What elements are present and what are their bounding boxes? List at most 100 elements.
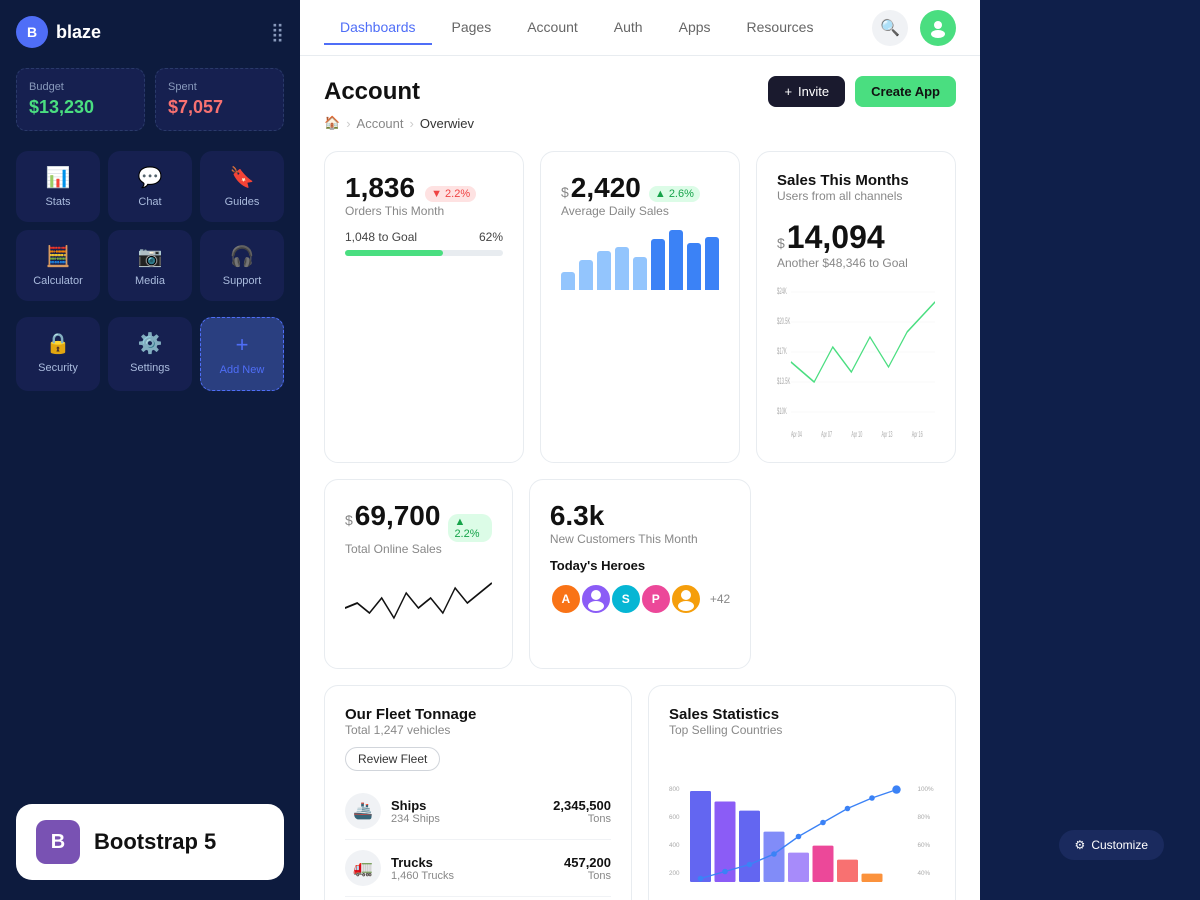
sidebar-item-add-new[interactable]: + Add New <box>200 317 284 391</box>
spent-value: $7,057 <box>168 97 271 118</box>
customize-button[interactable]: ⚙ Customize <box>1059 830 1164 860</box>
ships-unit: Tons <box>553 813 611 825</box>
spent-card: Spent $7,057 <box>155 68 284 131</box>
bottom-grid: Our Fleet Tonnage Total 1,247 vehicles R… <box>324 685 956 900</box>
bootstrap-badge: B Bootstrap 5 <box>16 804 284 880</box>
orders-goal-text: 1,048 to Goal <box>345 230 417 244</box>
bar-2 <box>579 260 593 290</box>
svg-text:600: 600 <box>669 814 680 821</box>
sales-month-sub: Users from all channels <box>777 189 935 203</box>
bootstrap-label: Bootstrap 5 <box>94 829 216 855</box>
sidebar-item-chat[interactable]: 💬 Chat <box>108 151 192 222</box>
new-customers-card: 6.3k New Customers This Month Today's He… <box>529 479 751 669</box>
svg-text:Apr 10: Apr 10 <box>851 431 862 440</box>
svg-text:Apr 13: Apr 13 <box>882 431 893 440</box>
page-actions: + Invite Create App <box>768 76 956 107</box>
topnav-auth[interactable]: Auth <box>598 11 659 45</box>
bar-4 <box>615 247 629 290</box>
sidebar-item-media[interactable]: 📷 Media <box>108 230 192 301</box>
sales-stats-sub: Top Selling Countries <box>669 723 935 737</box>
breadcrumb-section[interactable]: Account <box>357 116 404 131</box>
sidebar-item-label-guides: Guides <box>225 196 260 208</box>
customers-label: New Customers This Month <box>550 532 730 546</box>
svg-text:100%: 100% <box>918 786 935 793</box>
invite-button[interactable]: + Invite <box>768 76 845 107</box>
daily-badge: ▲ 2.6% <box>649 186 700 202</box>
logo-icon: B <box>16 16 48 48</box>
fleet-title: Our Fleet Tonnage <box>345 706 611 723</box>
review-fleet-button[interactable]: Review Fleet <box>345 747 440 771</box>
fleet-card: Our Fleet Tonnage Total 1,247 vehicles R… <box>324 685 632 900</box>
heroes-title: Today's Heroes <box>550 558 730 573</box>
svg-text:400: 400 <box>669 842 680 849</box>
budget-cards: Budget $13,230 Spent $7,057 <box>16 68 284 131</box>
orders-label: Orders This Month <box>345 204 503 218</box>
stats-row-1: 1,836 ▼ 2.2% Orders This Month 1,048 to … <box>324 151 956 463</box>
bar-8 <box>687 243 701 290</box>
hero-1: A <box>550 583 582 615</box>
sidebar-item-stats[interactable]: 📊 Stats <box>16 151 100 222</box>
progress-bar-fill <box>345 250 443 256</box>
top-navigation: Dashboards Pages Account Auth Apps Resou… <box>300 0 980 56</box>
orders-progress-label: 1,048 to Goal 62% <box>345 230 503 244</box>
bootstrap-icon: B <box>36 820 80 864</box>
svg-text:$13.5K: $13.5K <box>777 378 790 387</box>
sidebar-item-label-stats: Stats <box>45 196 70 208</box>
daily-prefix: $ <box>561 184 569 200</box>
budget-card: Budget $13,230 <box>16 68 145 131</box>
online-prefix: $ <box>345 512 353 528</box>
settings-icon: ⚙️ <box>138 331 163 356</box>
sidebar-item-calculator[interactable]: 🧮 Calculator <box>16 230 100 301</box>
sales-stats-chart: 800 600 400 200 100% 80% 60% 40% <box>669 747 935 900</box>
topnav-account[interactable]: Account <box>511 11 594 45</box>
sales-stats-card: Sales Statistics Top Selling Countries 8… <box>648 685 956 900</box>
sidebar-item-label-calculator: Calculator <box>33 275 83 287</box>
fleet-row-ships-left: 🚢 Ships 234 Ships <box>345 793 440 829</box>
security-icon: 🔒 <box>46 331 71 356</box>
sales-month-title: Sales This Months <box>777 172 935 189</box>
hero-2 <box>580 583 612 615</box>
user-avatar[interactable] <box>920 10 956 46</box>
svg-text:$17K: $17K <box>777 348 787 357</box>
sidebar: B blaze ⣿ Budget $13,230 Spent $7,057 📊 … <box>0 0 300 900</box>
sidebar-item-label-support: Support <box>223 275 262 287</box>
fleet-sub: Total 1,247 vehicles <box>345 723 611 737</box>
heroes-count: +42 <box>710 592 730 606</box>
bar-7 <box>669 230 683 290</box>
ships-value: 2,345,500 Tons <box>553 798 611 825</box>
chat-icon: 💬 <box>138 165 163 190</box>
menu-icon[interactable]: ⣿ <box>271 22 284 43</box>
sidebar-item-security[interactable]: 🔒 Security <box>16 317 100 391</box>
orders-value: 1,836 <box>345 172 415 204</box>
bar-5 <box>633 257 647 290</box>
sidebar-item-settings[interactable]: ⚙️ Settings <box>108 317 192 391</box>
fleet-row-trucks-left: 🚛 Trucks 1,460 Trucks <box>345 850 454 886</box>
calculator-icon: 🧮 <box>46 244 71 269</box>
stats-row-2: $ 69,700 ▲ 2.2% Total Online Sales 6.3k <box>324 479 956 669</box>
online-sales-card: $ 69,700 ▲ 2.2% Total Online Sales <box>324 479 513 669</box>
search-button[interactable]: 🔍 <box>872 10 908 46</box>
sales-prefix: $ <box>777 235 785 251</box>
sales-sub-label: Another $48,346 to Goal <box>777 256 935 270</box>
breadcrumb-current: Overwiev <box>420 116 474 131</box>
topnav-dashboards[interactable]: Dashboards <box>324 11 432 45</box>
sidebar-item-label-chat: Chat <box>138 196 161 208</box>
sidebar-header: B blaze ⣿ <box>16 16 284 48</box>
topnav-apps[interactable]: Apps <box>663 11 727 45</box>
sidebar-item-guides[interactable]: 🔖 Guides <box>200 151 284 222</box>
trucks-name: Trucks <box>391 855 454 870</box>
add-icon: + <box>236 332 249 358</box>
customize-icon: ⚙ <box>1075 838 1086 852</box>
create-app-button[interactable]: Create App <box>855 76 956 107</box>
topnav-resources[interactable]: Resources <box>731 11 830 45</box>
breadcrumb-sep2: › <box>410 116 414 131</box>
sidebar-item-support[interactable]: 🎧 Support <box>200 230 284 301</box>
svg-text:80%: 80% <box>918 814 931 821</box>
main-content: Dashboards Pages Account Auth Apps Resou… <box>300 0 980 900</box>
wavy-chart <box>345 568 492 648</box>
breadcrumb-home[interactable]: 🏠 <box>324 115 340 131</box>
svg-text:$10K: $10K <box>777 408 787 417</box>
topnav-pages[interactable]: Pages <box>436 11 508 45</box>
page-content: Account + Invite Create App 🏠 › Account … <box>300 56 980 900</box>
svg-text:60%: 60% <box>918 842 931 849</box>
